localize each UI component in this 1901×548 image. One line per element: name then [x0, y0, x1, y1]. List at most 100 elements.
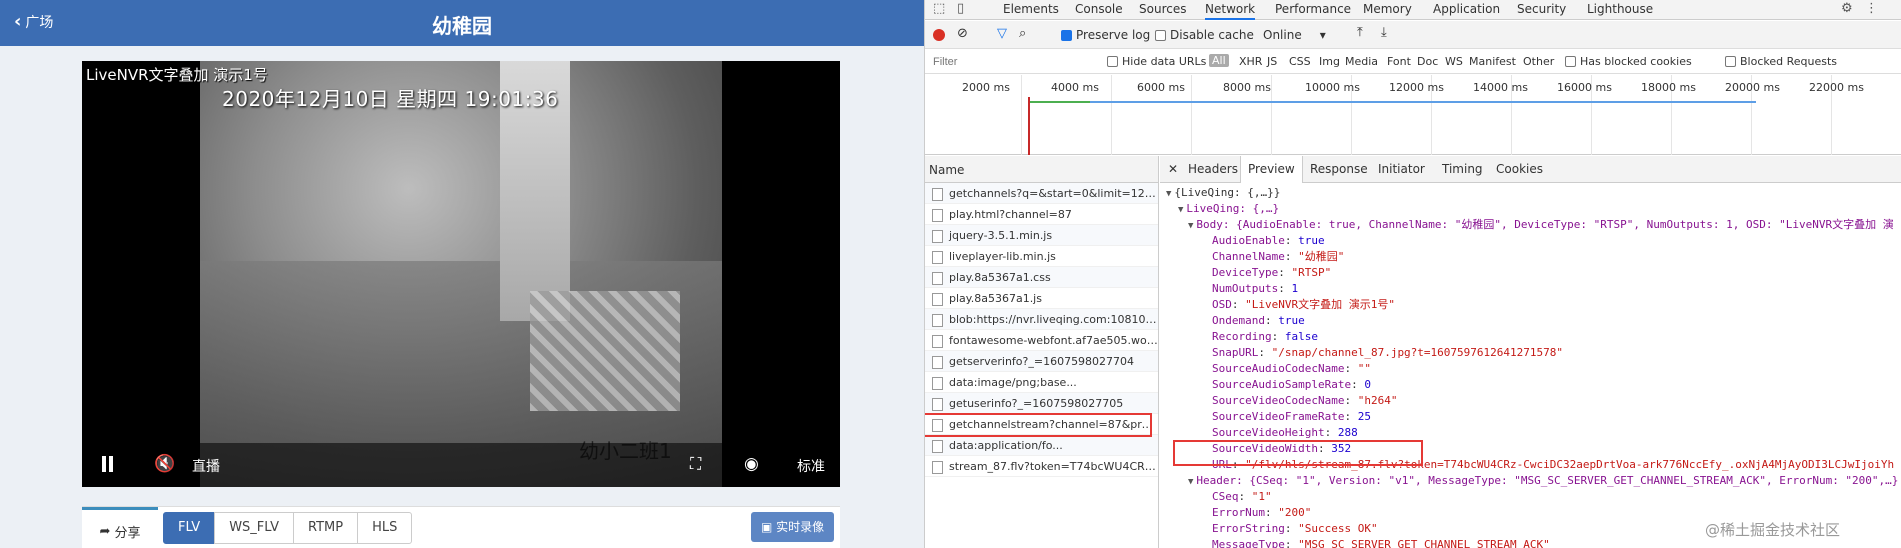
- json-field[interactable]: ErrorString: "Success OK": [1212, 521, 1378, 537]
- json-field[interactable]: SourceVideoHeight: 288: [1212, 425, 1358, 441]
- tab-sources[interactable]: Sources: [1139, 2, 1186, 16]
- network-timeline[interactable]: 2000 ms 4000 ms 6000 ms 8000 ms 10000 ms…: [925, 75, 1901, 155]
- json-field[interactable]: MessageType: "MSG_SC_SERVER_GET_CHANNEL_…: [1212, 537, 1550, 548]
- tab-console[interactable]: Console: [1075, 2, 1123, 16]
- close-icon[interactable]: ✕: [1168, 162, 1178, 176]
- request-list-header[interactable]: Name: [925, 156, 1158, 183]
- protocol-hls-button[interactable]: HLS: [357, 512, 413, 544]
- filter-type-manifest[interactable]: Manifest: [1469, 55, 1516, 68]
- request-row[interactable]: jquery-3.5.1.min.js: [925, 225, 1158, 246]
- tab-elements[interactable]: Elements: [1003, 2, 1059, 16]
- filter-type-js[interactable]: JS: [1267, 55, 1277, 68]
- tab-performance[interactable]: Performance: [1275, 2, 1351, 16]
- request-row[interactable]: data:application/fo...: [925, 435, 1158, 456]
- json-node[interactable]: ▼ LiveQing: {,…}: [1178, 201, 1279, 217]
- throttle-select[interactable]: Online ▾: [1263, 28, 1326, 42]
- json-field[interactable]: ErrorNum: "200": [1212, 505, 1311, 521]
- inspect-icon[interactable]: ⬚: [933, 1, 945, 16]
- json-field[interactable]: CSeq: "1": [1212, 489, 1272, 505]
- json-token: "LiveNVR文字叠加 演示1号": [1245, 298, 1395, 311]
- request-row[interactable]: play.8a5367a1.css: [925, 267, 1158, 288]
- tab-preview[interactable]: Preview: [1240, 156, 1303, 183]
- quality-button[interactable]: 标准: [797, 456, 825, 476]
- record-button[interactable]: ▣ 实时录像: [751, 512, 835, 542]
- request-row[interactable]: data:image/png;base...: [925, 372, 1158, 393]
- pause-icon[interactable]: [100, 456, 114, 474]
- request-row[interactable]: fontawesome-webfont.af7ae505.woff2: [925, 330, 1158, 351]
- tab-lighthouse[interactable]: Lighthouse: [1587, 2, 1653, 16]
- more-icon[interactable]: ⋮: [1865, 1, 1878, 16]
- json-field[interactable]: DeviceType: "RTSP": [1212, 265, 1331, 281]
- request-row-selected[interactable]: getchannelstream?channel=87&prot...: [925, 414, 1158, 435]
- filter-type-css[interactable]: CSS: [1289, 55, 1311, 68]
- json-field[interactable]: URL: "/flv/hls/stream_87.flv?token=T74bc…: [1212, 457, 1894, 473]
- record-icon[interactable]: [933, 29, 945, 41]
- request-row[interactable]: stream_87.flv?token=T74bcWU4CRz-...: [925, 456, 1158, 477]
- json-field[interactable]: NumOutputs: 1: [1212, 281, 1298, 297]
- json-root[interactable]: ▼ {LiveQing: {,…}}: [1166, 185, 1280, 201]
- json-token: "RTSP": [1291, 266, 1332, 279]
- json-field[interactable]: OSD: "LiveNVR文字叠加 演示1号": [1212, 297, 1395, 313]
- snapshot-icon[interactable]: ◉: [744, 454, 759, 474]
- filter-icon[interactable]: ▽: [997, 26, 1007, 41]
- filter-type-ws[interactable]: WS: [1445, 55, 1463, 68]
- fullscreen-icon[interactable]: ⛶: [690, 454, 701, 474]
- request-row[interactable]: getserverinfo?_=1607598027704: [925, 351, 1158, 372]
- protocol-rtmp-button[interactable]: RTMP: [292, 512, 359, 544]
- filter-type-font[interactable]: Font: [1387, 55, 1411, 68]
- tab-timing[interactable]: Timing: [1442, 162, 1483, 176]
- json-field[interactable]: SourceVideoFrameRate: 25: [1212, 409, 1371, 425]
- json-field[interactable]: SourceAudioCodecName: "": [1212, 361, 1371, 377]
- request-row[interactable]: blob:https://nvr.liveqing.com:10810/0...: [925, 309, 1158, 330]
- json-node[interactable]: ▼ Header: {CSeq: "1", Version: "v1", Mess…: [1188, 473, 1898, 489]
- filter-input[interactable]: [929, 53, 1099, 71]
- filter-type-all[interactable]: All: [1209, 54, 1229, 67]
- request-row[interactable]: play.html?channel=87: [925, 204, 1158, 225]
- request-row[interactable]: getchannels?q=&start=0&limit=12&...: [925, 183, 1158, 204]
- clear-icon[interactable]: ⊘: [957, 26, 968, 41]
- filter-type-other[interactable]: Other: [1523, 55, 1554, 68]
- preserve-log-checkbox[interactable]: Preserve log: [1061, 28, 1150, 42]
- timeline-tick: 20000 ms: [1725, 81, 1780, 94]
- filter-type-media[interactable]: Media: [1345, 55, 1378, 68]
- tab-response[interactable]: Response: [1310, 162, 1368, 176]
- tab-cookies[interactable]: Cookies: [1496, 162, 1543, 176]
- json-field[interactable]: SourceAudioSampleRate: 0: [1212, 377, 1371, 393]
- json-field[interactable]: ChannelName: "幼稚园": [1212, 249, 1344, 265]
- tab-application[interactable]: Application: [1433, 2, 1500, 16]
- search-icon[interactable]: ⌕: [1019, 26, 1026, 41]
- request-row[interactable]: play.8a5367a1.js: [925, 288, 1158, 309]
- disable-cache-checkbox[interactable]: Disable cache: [1155, 28, 1254, 42]
- export-har-icon[interactable]: ⤓: [1381, 25, 1387, 40]
- protocol-ws-flv-button[interactable]: WS_FLV: [214, 512, 294, 544]
- request-row[interactable]: getuserinfo?_=1607598027705: [925, 393, 1158, 414]
- blocked-requests-checkbox[interactable]: Blocked Requests: [1725, 55, 1837, 68]
- video-player[interactable]: LiveNVR文字叠加 演示1号 2020年12月10日 星期四 19:01:3…: [82, 61, 840, 487]
- tab-security[interactable]: Security: [1517, 2, 1566, 16]
- share-tab[interactable]: ➦ 分享: [82, 507, 158, 548]
- json-field[interactable]: SourceVideoWidth: 352: [1212, 441, 1351, 457]
- filter-type-doc[interactable]: Doc: [1417, 55, 1438, 68]
- json-field[interactable]: SourceVideoCodecName: "h264": [1212, 393, 1397, 409]
- request-row[interactable]: liveplayer-lib.min.js: [925, 246, 1158, 267]
- tab-memory[interactable]: Memory: [1363, 2, 1412, 16]
- json-node[interactable]: ▼ Body: {AudioEnable: true, ChannelName: …: [1188, 217, 1894, 233]
- protocol-flv-button[interactable]: FLV: [163, 512, 216, 544]
- hide-data-urls-checkbox[interactable]: Hide data URLs: [1107, 55, 1206, 68]
- mute-icon[interactable]: 🔇: [154, 454, 175, 474]
- import-har-icon[interactable]: ⤒: [1357, 25, 1363, 40]
- tab-initiator[interactable]: Initiator: [1378, 162, 1425, 176]
- filter-type-xhr[interactable]: XHR: [1239, 55, 1262, 68]
- devtools-panel: ⬚ ▯ Elements Console Sources Network Per…: [924, 0, 1901, 548]
- filter-type-img[interactable]: Img: [1319, 55, 1340, 68]
- json-token: :: [1258, 346, 1272, 359]
- tab-headers[interactable]: Headers: [1188, 162, 1238, 176]
- json-field[interactable]: AudioEnable: true: [1212, 233, 1325, 249]
- gear-icon[interactable]: ⚙: [1841, 1, 1853, 16]
- json-field[interactable]: Recording: false: [1212, 329, 1318, 345]
- json-field[interactable]: Ondemand: true: [1212, 313, 1305, 329]
- json-field[interactable]: SnapURL: "/snap/channel_87.jpg?t=1607597…: [1212, 345, 1563, 361]
- device-toolbar-icon[interactable]: ▯: [957, 1, 964, 16]
- tab-network[interactable]: Network: [1205, 2, 1256, 20]
- blocked-cookies-checkbox[interactable]: Has blocked cookies: [1565, 55, 1692, 68]
